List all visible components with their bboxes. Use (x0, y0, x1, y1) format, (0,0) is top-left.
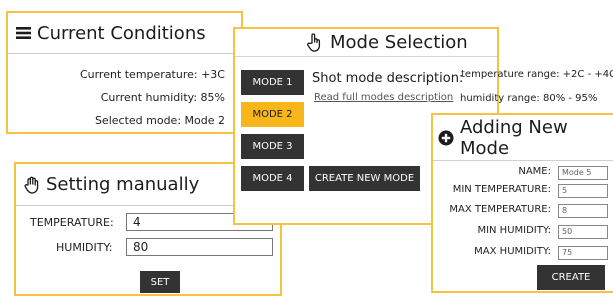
max-humidity-input[interactable]: 75 (558, 246, 608, 260)
humidity-range-text: humidity range: 80% - 95% (460, 93, 598, 104)
temperature-label: TEMPERATURE: (30, 216, 114, 229)
mode-2-button[interactable]: MODE 2 (241, 102, 304, 127)
humidity-input[interactable]: 80 (126, 238, 273, 256)
min-humidity-input[interactable]: 50 (558, 225, 608, 239)
mode-description-title: Shot mode description: (312, 71, 464, 86)
create-new-mode-button[interactable]: CREATE NEW MODE (309, 166, 420, 191)
create-button[interactable]: CREATE (537, 265, 605, 290)
adding-new-mode-title: Adding New Mode (460, 116, 568, 159)
current-conditions-panel: Current Conditions Current temperature: … (6, 11, 243, 134)
max-temperature-input[interactable]: 8 (558, 204, 608, 218)
current-conditions-title: Current Conditions (37, 22, 206, 44)
max-humidity-label: MAX HUMIDITY: (474, 246, 551, 257)
mode-1-button[interactable]: MODE 1 (241, 70, 304, 95)
min-temperature-input[interactable]: 5 (558, 184, 608, 198)
setting-manually-title: Setting manually (46, 174, 200, 195)
min-temperature-label: MIN TEMPERATURE: (452, 184, 551, 195)
plus-circle-icon (438, 130, 454, 145)
name-label: NAME: (518, 166, 551, 177)
current-humidity-text: Current humidity: 85% (100, 91, 225, 104)
current-conditions-header: Current Conditions (8, 13, 241, 54)
adding-new-mode-panel: Adding New Mode NAME: Mode 5 MIN TEMPERA… (431, 113, 613, 293)
current-temperature-text: Current temperature: +3C (79, 68, 225, 81)
max-temperature-label: MAX TEMPERATURE: (449, 204, 551, 215)
min-humidity-label: MIN HUMIDITY: (477, 225, 551, 236)
name-input[interactable]: Mode 5 (558, 166, 608, 180)
mode-3-button[interactable]: MODE 3 (241, 134, 304, 159)
hamburger-menu-icon (16, 27, 31, 39)
hand-stop-icon (24, 176, 39, 194)
mode-selection-title: Mode Selection (330, 32, 468, 53)
read-full-modes-link[interactable]: Read full modes description (314, 92, 453, 103)
mode-selection-header: Mode Selection (235, 29, 497, 57)
humidity-label: HUMIDITY: (56, 241, 113, 254)
hand-pointer-icon (307, 33, 321, 52)
selected-mode-text: Selected mode: Mode 2 (94, 114, 225, 127)
adding-new-mode-header: Adding New Mode (433, 115, 613, 161)
set-button[interactable]: SET (140, 271, 180, 293)
mode-4-button[interactable]: MODE 4 (241, 166, 304, 191)
temperature-range-text: temperature range: +2C - +4C (461, 69, 613, 80)
